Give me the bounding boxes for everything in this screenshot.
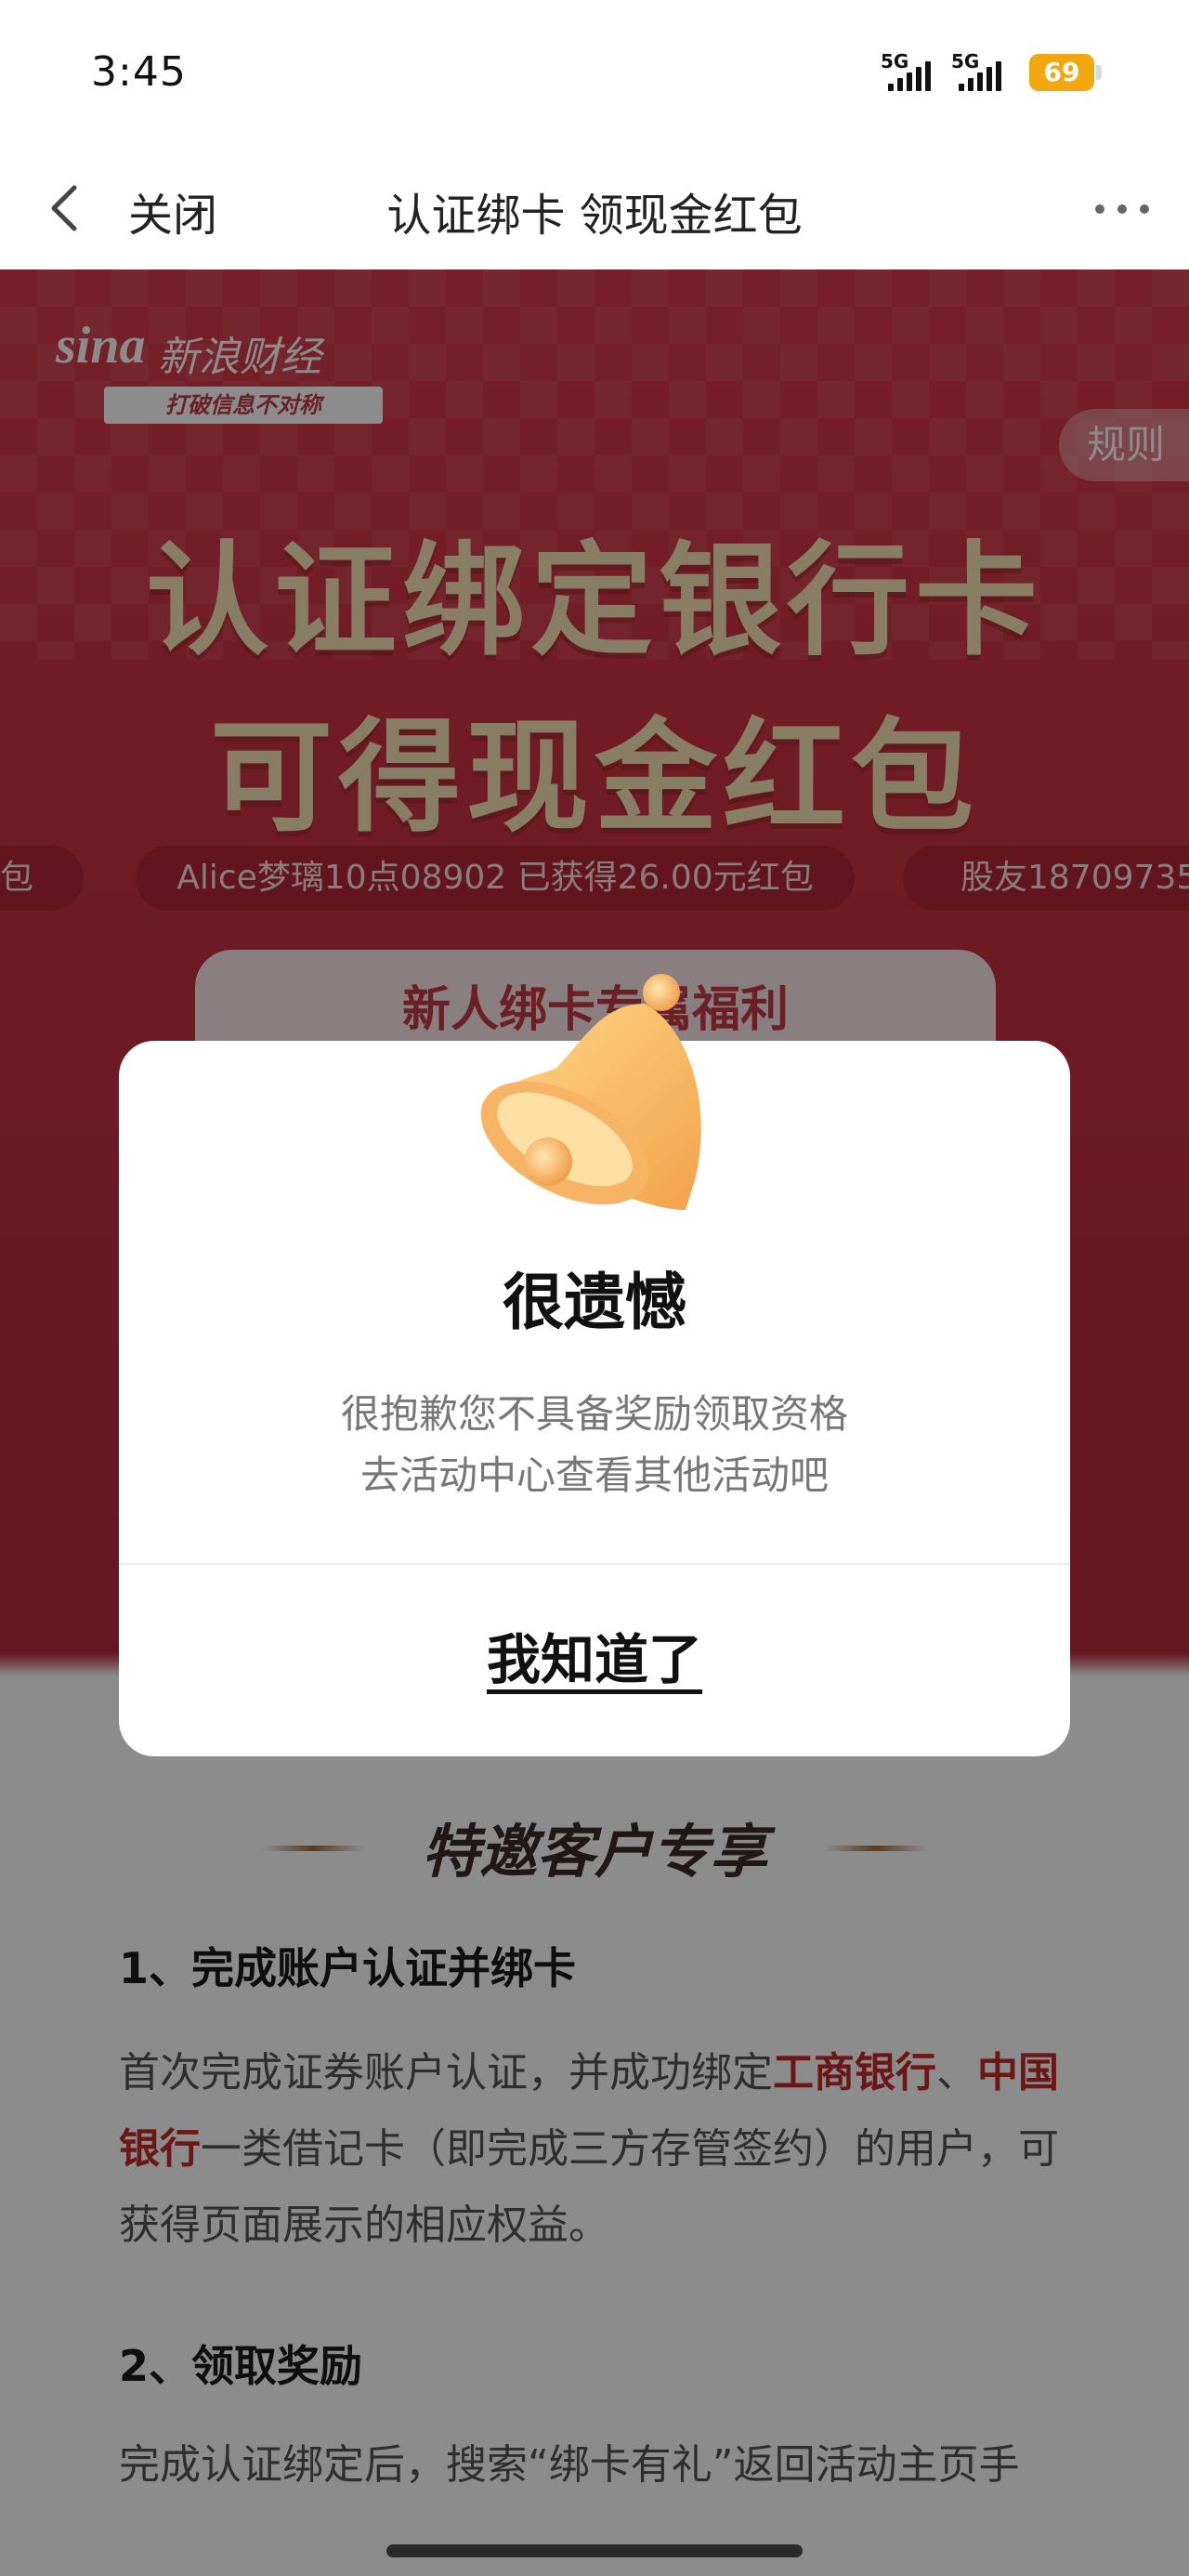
close-button[interactable]: 关闭 [128,178,217,243]
signal-icon-2: 5G [951,50,1016,91]
confirm-button[interactable]: 我知道了 [119,1563,1070,1756]
back-button[interactable] [39,180,95,236]
more-icon [1095,204,1149,214]
nav-bar: 认证绑卡 领现金红包 关闭 [0,149,1189,269]
dialog-message: 很抱歉您不具备奖励领取资格 [340,1391,848,1437]
dialog-title: 很遗憾 [503,1267,686,1338]
signal-icon: 5G [881,50,946,91]
status-time: 3:45 [91,48,187,96]
battery-icon: 69 [1029,54,1102,91]
chevron-left-icon [51,185,77,231]
dialog-message: 去活动中心查看其他活动吧 [359,1452,829,1498]
bell-icon [480,974,701,1210]
status-bar: 3:45 5G 5G 69 [0,0,1189,149]
more-button[interactable] [1092,195,1152,223]
home-indicator[interactable] [386,2544,803,2557]
